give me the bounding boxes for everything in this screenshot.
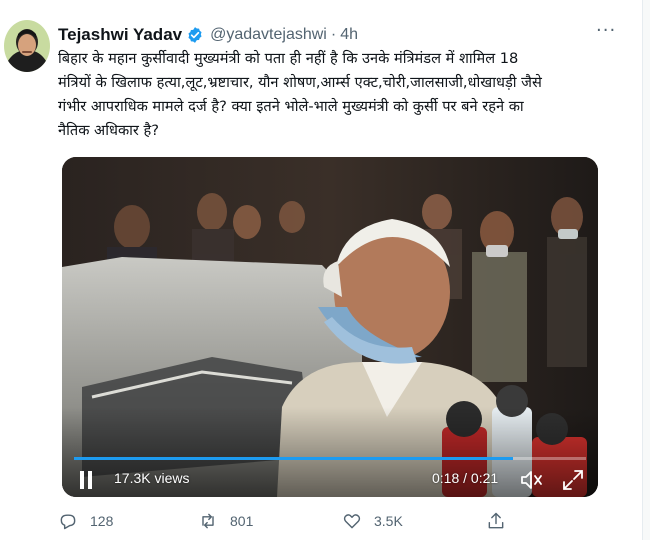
video-controls: 17.3K views 0:18 / 0:21 [62, 433, 598, 497]
tweet-timestamp[interactable]: 4h [340, 26, 358, 44]
retweet-button[interactable]: 801 [198, 508, 253, 534]
share-icon [488, 512, 504, 529]
tweet-text-line: नैतिक अधिकार है? [58, 122, 160, 139]
reply-button[interactable]: 128 [58, 508, 113, 534]
video-player[interactable]: 17.3K views 0:18 / 0:21 [62, 157, 598, 497]
scrollbar[interactable] [642, 0, 650, 540]
like-count: 3.5K [374, 513, 403, 529]
video-view-count: 17.3K views [114, 470, 190, 486]
tweet-actions: 128 801 3.5K [58, 508, 558, 534]
reply-count: 128 [90, 513, 114, 529]
tweet-text: बिहार के महान कुर्सीवादी मुख्यमंत्री को … [58, 47, 618, 143]
heart-icon [343, 514, 361, 529]
verified-badge-icon [186, 26, 204, 44]
video-progress-bar[interactable] [74, 457, 586, 460]
tweet-header: Tejashwi Yadav @yadavtejashwi · 4h [58, 24, 358, 46]
video-timecode: 0:18 / 0:21 [432, 470, 499, 486]
tweet-text-line: बिहार के महान कुर्सीवादी मुख्यमंत्री को … [58, 50, 519, 67]
pause-icon[interactable] [80, 471, 96, 489]
reply-icon [60, 514, 76, 530]
mute-icon[interactable] [520, 469, 544, 491]
fullscreen-icon[interactable] [562, 469, 584, 491]
video-progress-fill [74, 457, 513, 460]
retweet-count: 801 [230, 513, 254, 529]
separator-dot: · [330, 26, 337, 43]
tweet-text-line: मंत्रियों के खिलाफ हत्या,लूट,भ्रष्टाचार,… [58, 74, 542, 91]
tweet-text-line: गंभीर आपराधिक मामले दर्ज है? क्या इतने भ… [58, 98, 524, 115]
author-handle[interactable]: @yadavtejashwi [210, 26, 327, 44]
retweet-icon [202, 513, 214, 529]
avatar[interactable] [4, 20, 50, 72]
like-button[interactable]: 3.5K [342, 508, 403, 534]
share-button[interactable] [486, 508, 506, 534]
avatar-image [4, 20, 50, 72]
more-options-icon[interactable]: ··· [596, 20, 616, 41]
author-name[interactable]: Tejashwi Yadav [58, 25, 182, 45]
tweet-card[interactable]: Tejashwi Yadav @yadavtejashwi · 4h ··· ब… [0, 0, 650, 540]
